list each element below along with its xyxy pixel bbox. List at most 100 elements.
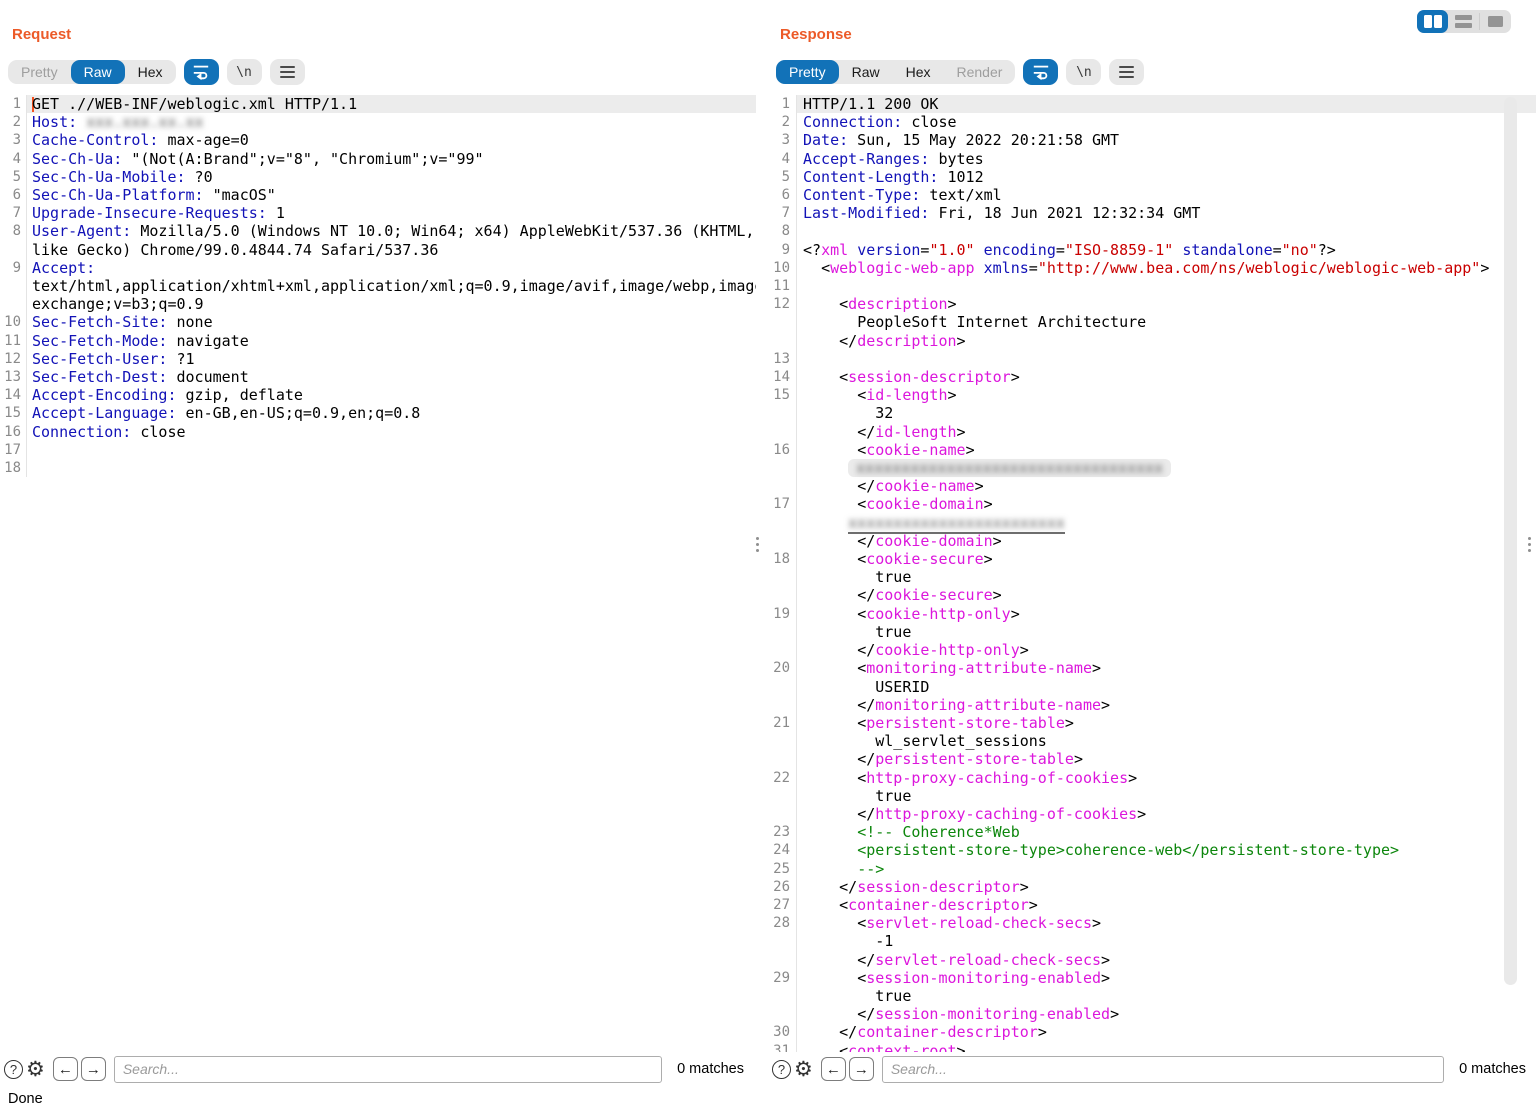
split-rows-icon	[1455, 15, 1472, 28]
line-number: 8	[768, 222, 797, 240]
response-editor[interactable]: 1HTTP/1.1 200 OK2Connection: close3Date:…	[768, 95, 1536, 1052]
menu-icon	[280, 66, 295, 78]
redacted-blur: xxxxxxxxxxxxxxxxxxxxxxxxxxxxxxxxxx	[848, 459, 1171, 477]
code-line: 14Accept-Encoding: gzip, deflate	[0, 386, 756, 404]
line-number: 17	[768, 495, 797, 550]
layout-single-pane-button[interactable]	[1480, 10, 1511, 33]
line-number: 6	[768, 186, 797, 204]
code-line: 28 <servlet-reload-check-secs> -1 </serv…	[768, 914, 1536, 969]
line-number: 12	[0, 350, 27, 368]
line-number: 16	[768, 441, 797, 496]
response-toolbar: Pretty Raw Hex Render \n	[776, 59, 1144, 85]
redacted-blur: xxxxxxxxxxxxxxxxxxxxxxxx	[848, 514, 1065, 534]
editor-menu-button[interactable]	[270, 59, 305, 85]
status-text: Done	[8, 1091, 43, 1107]
layout-split-rows-button[interactable]	[1448, 10, 1479, 33]
line-number: 24	[768, 841, 797, 859]
message-editor-window: Request Pretty Raw Hex \n 1GET .//WE	[0, 0, 1536, 1111]
newline-toggle-button[interactable]: \n	[227, 59, 262, 85]
code-line: 29 <session-monitoring-enabled> true </s…	[768, 969, 1536, 1024]
line-number: 15	[768, 386, 797, 441]
code-line: 14 <session-descriptor>	[768, 368, 1536, 386]
line-number: 3	[0, 131, 27, 149]
request-view-tabs: Pretty Raw Hex	[8, 60, 176, 84]
search-prev-button[interactable]: ←	[53, 1057, 78, 1081]
line-number: 1	[768, 95, 797, 113]
code-line: 3Cache-Control: max-age=0	[0, 131, 756, 149]
line-number: 9	[0, 259, 27, 314]
response-title: Response	[780, 26, 852, 43]
code-line: 23 <!-- Coherence*Web	[768, 823, 1536, 841]
search-next-button[interactable]: →	[849, 1057, 874, 1081]
line-number: 5	[768, 168, 797, 186]
word-wrap-toggle-button[interactable]	[184, 59, 219, 85]
newline-toggle-button[interactable]: \n	[1066, 59, 1101, 85]
tab-raw[interactable]: Raw	[71, 60, 125, 84]
search-help-icon[interactable]: ?	[4, 1060, 23, 1079]
response-view-tabs: Pretty Raw Hex Render	[776, 60, 1015, 84]
code-line: 22 <http-proxy-caching-of-cookies> true …	[768, 769, 1536, 824]
word-wrap-toggle-button[interactable]	[1023, 59, 1058, 85]
menu-icon	[1119, 66, 1134, 78]
code-line: 11	[768, 277, 1536, 295]
search-input[interactable]	[114, 1056, 662, 1083]
search-input[interactable]	[882, 1056, 1444, 1083]
code-line: 27 <container-descriptor>	[768, 896, 1536, 914]
response-scrollbar-thumb[interactable]	[1504, 97, 1517, 985]
search-settings-icon[interactable]: ⚙	[794, 1059, 813, 1080]
pane-resize-handle-right[interactable]	[1528, 537, 1531, 552]
code-line: 7Last-Modified: Fri, 18 Jun 2021 12:32:3…	[768, 204, 1536, 222]
search-next-button[interactable]: →	[81, 1057, 106, 1081]
code-line: 19 <cookie-http-only> true </cookie-http…	[768, 605, 1536, 660]
arrow-right-icon: →	[86, 1061, 101, 1078]
line-number: 14	[0, 386, 27, 404]
layout-split-columns-button[interactable]	[1417, 10, 1448, 33]
line-number: 18	[768, 550, 797, 605]
line-number: 7	[768, 204, 797, 222]
code-line: 26 </session-descriptor>	[768, 878, 1536, 896]
arrow-right-icon: →	[854, 1061, 869, 1078]
request-editor[interactable]: 1GET .//WEB-INF/weblogic.xml HTTP/1.12Ho…	[0, 95, 756, 1052]
word-wrap-icon	[1031, 63, 1051, 81]
code-line: 18 <cookie-secure> true </cookie-secure>	[768, 550, 1536, 605]
code-line: 5Sec-Ch-Ua-Mobile: ?0	[0, 168, 756, 186]
tab-pretty[interactable]: Pretty	[776, 60, 839, 84]
editor-menu-button[interactable]	[1109, 59, 1144, 85]
line-number: 27	[768, 896, 797, 914]
code-line: 12 <description> PeopleSoft Internet Arc…	[768, 295, 1536, 350]
line-number: 29	[768, 969, 797, 1024]
line-number: 26	[768, 878, 797, 896]
tab-raw[interactable]: Raw	[839, 60, 893, 84]
tab-hex[interactable]: Hex	[893, 60, 944, 84]
tab-pretty[interactable]: Pretty	[8, 60, 71, 84]
single-pane-icon	[1488, 16, 1503, 27]
layout-toggle-group	[1417, 10, 1511, 33]
line-number: 8	[0, 222, 27, 258]
search-help-icon[interactable]: ?	[772, 1060, 791, 1079]
code-line: 4Sec-Ch-Ua: "(Not(A:Brand";v="8", "Chrom…	[0, 150, 756, 168]
code-line: 17	[0, 441, 756, 459]
code-line: 6Sec-Ch-Ua-Platform: "macOS"	[0, 186, 756, 204]
code-line: 2Host: xxx.xxx.xx.xx	[0, 113, 756, 131]
tab-hex[interactable]: Hex	[125, 60, 176, 84]
code-line: 15Accept-Language: en-GB,en-US;q=0.9,en;…	[0, 404, 756, 422]
search-prev-button[interactable]: ←	[821, 1057, 846, 1081]
code-line: 7Upgrade-Insecure-Requests: 1	[0, 204, 756, 222]
line-number: 14	[768, 368, 797, 386]
line-number: 10	[768, 259, 797, 277]
line-number: 4	[0, 150, 27, 168]
code-line: 5Content-Length: 1012	[768, 168, 1536, 186]
code-line: 15 <id-length> 32 </id-length>	[768, 386, 1536, 441]
line-number: 6	[0, 186, 27, 204]
request-title: Request	[12, 26, 71, 43]
tab-render[interactable]: Render	[944, 60, 1016, 84]
line-number: 30	[768, 1023, 797, 1041]
line-number: 20	[768, 659, 797, 714]
line-number: 4	[768, 150, 797, 168]
search-settings-icon[interactable]: ⚙	[26, 1059, 45, 1080]
line-number: 31	[768, 1042, 797, 1052]
code-line: 16 <cookie-name> xxxxxxxxxxxxxxxxxxxxxxx…	[768, 441, 1536, 496]
code-line: 11Sec-Fetch-Mode: navigate	[0, 332, 756, 350]
line-number: 15	[0, 404, 27, 422]
pane-resize-handle-left[interactable]	[756, 537, 759, 552]
